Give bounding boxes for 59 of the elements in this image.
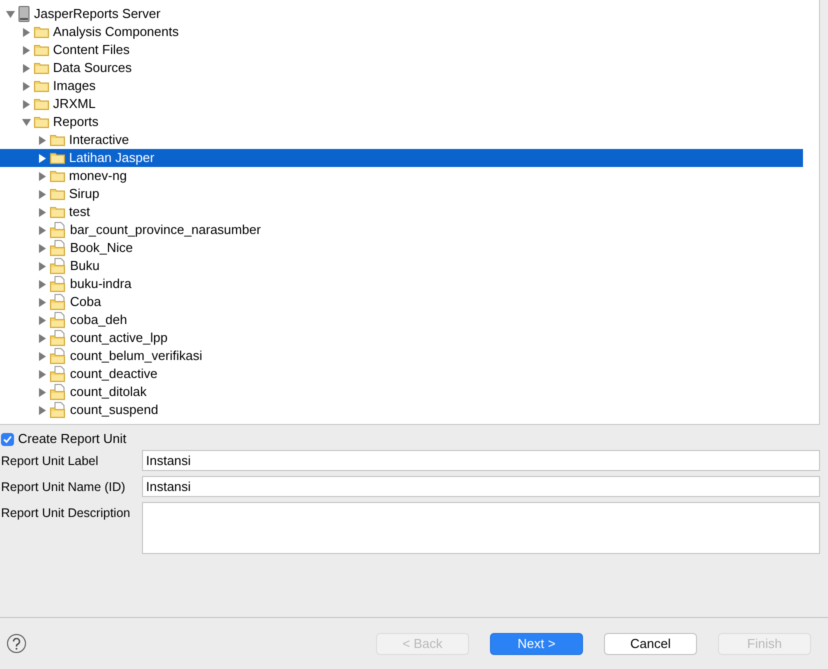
- tree-item[interactable]: Content Files: [0, 41, 803, 59]
- report-folder-icon: [50, 402, 66, 418]
- tree-item[interactable]: Images: [0, 77, 803, 95]
- text-field[interactable]: Instansi: [142, 476, 820, 497]
- tree-item[interactable]: Interactive: [0, 131, 803, 149]
- folder-icon: [34, 80, 49, 92]
- description-field[interactable]: [142, 502, 820, 554]
- tree-item[interactable]: count_ditolak: [0, 383, 803, 401]
- folder-icon: [50, 134, 65, 146]
- checkbox[interactable]: [1, 432, 14, 446]
- report-folder-icon: [50, 222, 66, 238]
- report-folder-icon: [50, 276, 66, 292]
- server-icon: [18, 6, 30, 22]
- report-folder-icon: [50, 330, 66, 346]
- tree-item[interactable]: buku-indra: [0, 275, 803, 293]
- help-icon[interactable]: [7, 634, 26, 653]
- folder-icon: [34, 62, 49, 74]
- report-folder-icon: [50, 384, 66, 400]
- field-label: Report Unit Label: [0, 453, 100, 470]
- tree-item[interactable]: Analysis Components: [0, 23, 803, 41]
- field-label: Report Unit Description: [0, 505, 132, 522]
- report-folder-icon: [50, 366, 66, 382]
- wizard-button[interactable]: Cancel: [604, 632, 697, 654]
- text-field[interactable]: Instansi: [142, 450, 820, 471]
- tree-item[interactable]: Coba: [0, 293, 803, 311]
- tree-item[interactable]: coba_deh: [0, 311, 803, 329]
- folder-icon: [34, 44, 49, 56]
- folder-icon: [50, 206, 65, 218]
- folder-icon: [34, 98, 49, 110]
- tree-item[interactable]: JRXML: [0, 95, 803, 113]
- report-folder-icon: [50, 258, 66, 274]
- tree-item[interactable]: monev-ng: [0, 167, 803, 185]
- tree-item[interactable]: bar_count_province_narasumber: [0, 221, 803, 239]
- folder-icon: [50, 170, 65, 182]
- folder-icon: [34, 26, 49, 38]
- tree-item[interactable]: JasperReports Server: [0, 5, 803, 23]
- tree-item[interactable]: count_deactive: [0, 365, 803, 383]
- report-folder-icon: [50, 312, 66, 328]
- wizard-button[interactable]: Next >: [490, 632, 583, 654]
- tree-item[interactable]: Latihan Jasper: [0, 149, 803, 167]
- folder-icon: [50, 152, 65, 164]
- tree-item[interactable]: count_active_lpp: [0, 329, 803, 347]
- report-folder-icon: [50, 294, 66, 310]
- collapse-arrow-icon[interactable]: [22, 118, 31, 126]
- report-folder-icon: [50, 240, 66, 256]
- folder-icon: [34, 116, 49, 128]
- tree-item[interactable]: Buku: [0, 257, 803, 275]
- tree-item[interactable]: Book_Nice: [0, 239, 803, 257]
- tree-item[interactable]: Sirup: [0, 185, 803, 203]
- field-label: Report Unit Name (ID): [0, 479, 126, 496]
- tree-item[interactable]: test: [0, 203, 803, 221]
- folder-icon: [50, 188, 65, 200]
- tree-item[interactable]: Reports: [0, 113, 803, 131]
- tree-item[interactable]: count_belum_verifikasi: [0, 347, 803, 365]
- tree-item[interactable]: count_suspend: [0, 401, 803, 419]
- tree-item[interactable]: Data Sources: [0, 59, 803, 77]
- checkbox-label: Create Report Unit: [18, 430, 126, 448]
- collapse-arrow-icon[interactable]: [6, 10, 15, 18]
- report-folder-icon: [50, 348, 66, 364]
